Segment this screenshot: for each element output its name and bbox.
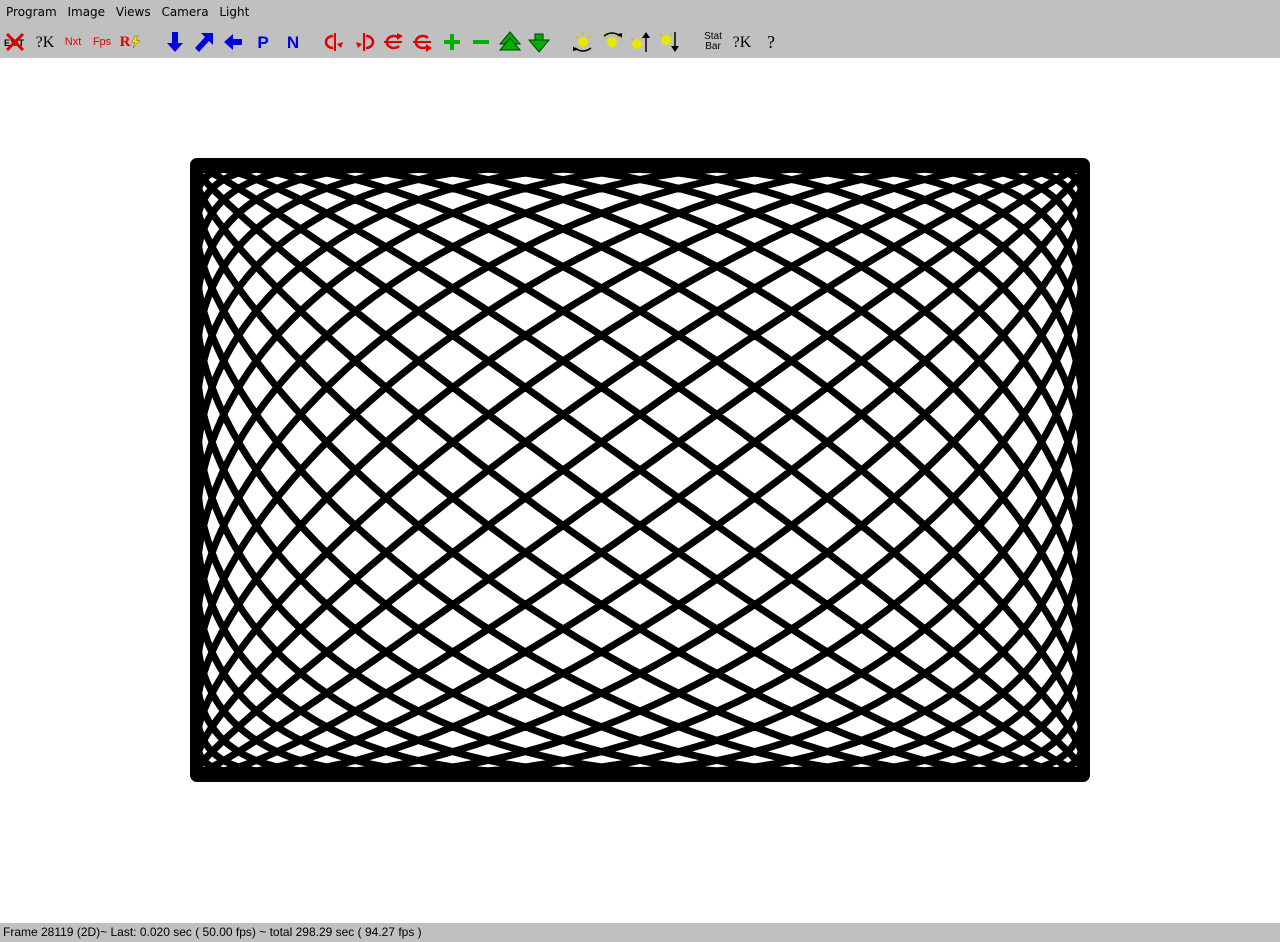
rotate-down-icon [413,34,432,52]
reset-button[interactable]: R [118,29,144,55]
light-right-button[interactable] [599,29,625,55]
triangle-down-icon [527,33,551,53]
bar-label: Bar [705,41,721,52]
light-up-button[interactable] [628,29,654,55]
menu-light[interactable]: Light [219,5,249,19]
n-label: N [286,32,300,52]
lightning-icon [131,35,141,49]
status-bar: Frame 28119 (2D)~ Last: 0.020 sec ( 50.0… [0,923,1280,942]
stat-bar-button[interactable]: Stat Bar [700,29,726,55]
help-label: ? [767,31,775,52]
render-canvas[interactable] [0,58,1280,923]
help-button[interactable]: ? [758,29,784,55]
rotate-left-button[interactable] [322,29,348,55]
menu-views[interactable]: Views [116,5,151,19]
triangle-up-icon [498,31,522,51]
previous-button[interactable]: P [250,29,276,55]
light-left-button[interactable] [570,29,596,55]
normal-button[interactable]: N [280,29,306,55]
menu-camera[interactable]: Camera [161,5,208,19]
pan-left-button[interactable] [220,29,246,55]
move-down-button[interactable] [526,29,552,55]
toolbar: EXIT ?K Nxt Fps R [0,26,1280,58]
fps-button[interactable]: Fps [89,29,115,55]
zoom-out-button[interactable] [468,29,494,55]
exit-button[interactable]: EXIT [2,29,28,55]
light-left-icon [573,32,592,52]
light-down-icon [659,32,679,52]
rotate-right-icon [356,33,375,51]
light-down-button[interactable] [657,29,683,55]
next-label: Nxt [64,35,82,48]
pan-forward-button[interactable] [192,29,218,55]
light-up-icon [630,32,650,52]
pan-down-button[interactable] [162,29,188,55]
arrow-left-icon [224,34,242,50]
keyboard-help-button[interactable]: ?K [32,29,58,55]
status-text: Frame 28119 (2D)~ Last: 0.020 sec ( 50.0… [3,925,422,939]
help-keys-button[interactable]: ?K [729,29,755,55]
rotate-right-button[interactable] [351,29,377,55]
menu-bar: Program Image Views Camera Light [0,0,1280,26]
rotate-down-button[interactable] [409,29,435,55]
next-button[interactable]: Nxt [60,29,86,55]
arrow-down-icon [167,32,183,52]
menu-program[interactable]: Program [6,5,57,19]
minus-icon [473,40,489,44]
rotate-left-icon [324,33,343,51]
lissajous-figure [190,158,1090,782]
menu-image[interactable]: Image [67,5,105,19]
zoom-in-button[interactable] [439,29,465,55]
p-label: P [257,32,269,52]
rotate-up-button[interactable] [380,29,406,55]
rotate-up-icon [384,33,403,50]
move-up-button[interactable] [497,29,523,55]
exit-icon [5,32,25,52]
reset-label: R [119,33,131,50]
arrow-up-right-icon [195,33,213,52]
help-keys-label: ?K [732,33,752,51]
light-right-icon [603,32,622,47]
help-kbd-label: ?K [35,33,55,51]
fps-label: Fps [92,35,112,48]
lissajous-curve [193,164,1087,776]
plus-icon [444,34,460,50]
